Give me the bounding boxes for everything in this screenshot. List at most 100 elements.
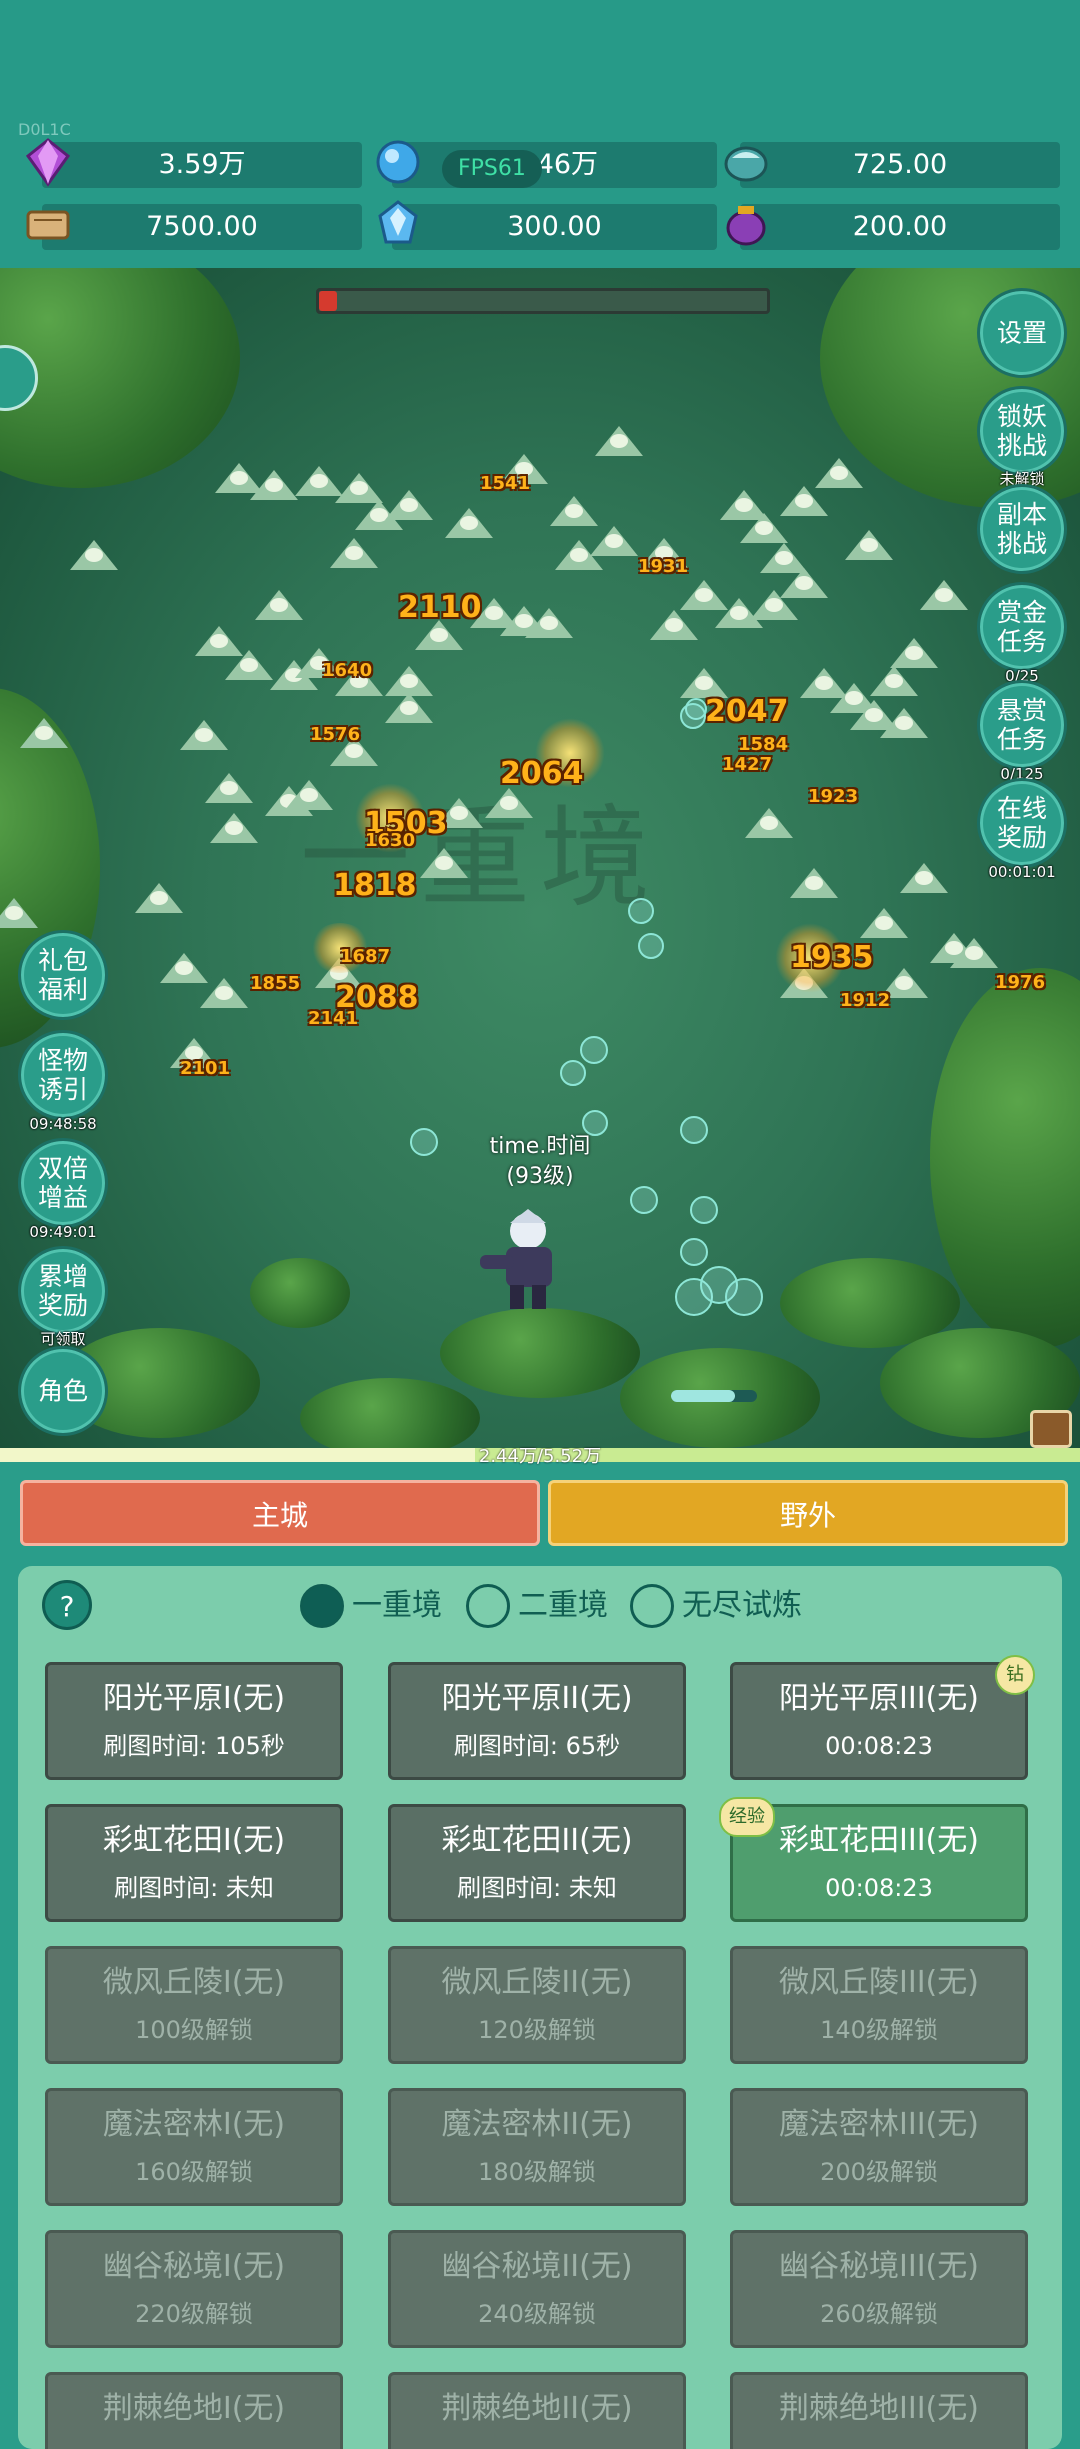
bubble	[410, 1128, 438, 1156]
monster[interactable]	[250, 470, 298, 500]
map-name: 荆棘绝地II(无)	[441, 2391, 633, 2426]
monster[interactable]	[210, 813, 258, 843]
double-buff-button[interactable]: 双倍增益 09:49:01	[18, 1138, 108, 1241]
character-button[interactable]: 角色	[18, 1346, 108, 1436]
monster[interactable]	[870, 666, 918, 696]
map-card[interactable]: 阳光平原I(无) 刷图时间: 105秒	[45, 1662, 343, 1780]
map-name: 幽谷秘境III(无)	[779, 2249, 979, 2284]
monster[interactable]	[790, 868, 838, 898]
monster[interactable]	[385, 490, 433, 520]
monster[interactable]	[135, 883, 183, 913]
map-panel: ? 一重境 二重境 无尽试炼 阳光平原I(无) 刷图时间: 105秒 阳光平原II(…	[18, 1566, 1062, 2449]
monster[interactable]	[780, 486, 828, 516]
damage-number: 1818	[333, 868, 417, 903]
resource-gem-value: 3.59万	[158, 149, 246, 180]
monster[interactable]	[595, 426, 643, 456]
main-city-tab[interactable]: 主城	[20, 1480, 540, 1546]
damage-number: 1630	[365, 830, 416, 851]
hero-character[interactable]	[470, 1205, 580, 1315]
monster[interactable]	[650, 610, 698, 640]
monster[interactable]	[420, 848, 468, 878]
map-card[interactable]: 彩虹花田II(无) 刷图时间: 未知	[388, 1804, 686, 1922]
monster[interactable]	[20, 718, 68, 748]
map-card[interactable]: 彩虹花田III(无) 00:08:23 经验	[719, 1797, 1028, 1922]
map-card[interactable]: 阳光平原II(无) 刷图时间: 65秒	[388, 1662, 686, 1780]
dungeon-challenge-button[interactable]: 副本挑战	[977, 484, 1067, 574]
monster[interactable]	[0, 898, 38, 928]
map-name: 微风丘陵III(无)	[779, 1965, 979, 2000]
map-name: 阳光平原III(无)	[779, 1681, 979, 1716]
map-card: 魔法密林III(无) 200级解锁	[730, 2088, 1028, 2206]
monster[interactable]	[225, 650, 273, 680]
demon-lock-challenge-label: 锁妖挑战	[996, 402, 1047, 460]
map-name: 魔法密林II(无)	[441, 2107, 633, 2142]
monster-lure-button[interactable]: 怪物诱引 09:48:58	[18, 1030, 108, 1133]
monster[interactable]	[200, 978, 248, 1008]
monster[interactable]	[815, 458, 863, 488]
damage-number: 1912	[840, 990, 891, 1011]
resource-pot: 200.00	[726, 204, 1060, 250]
map-name: 彩虹花田II(无)	[441, 1823, 633, 1858]
exp-badge-icon: 经验	[719, 1797, 775, 1837]
settings-button[interactable]: 设置	[977, 288, 1067, 378]
map-status: 00:08:23	[825, 1874, 933, 1902]
demon-lock-challenge-button[interactable]: 锁妖挑战 未解锁	[977, 386, 1067, 488]
map-name: 微风丘陵I(无)	[102, 1965, 286, 2000]
monster[interactable]	[180, 720, 228, 750]
monster[interactable]	[845, 530, 893, 560]
charge-bar	[671, 1390, 757, 1402]
radio-unselected-icon	[630, 1584, 674, 1628]
damage-number: 2110	[398, 590, 482, 625]
damage-number: 2141	[308, 1008, 359, 1029]
map-card: 幽谷秘境III(无) 260级解锁	[730, 2230, 1028, 2348]
monster[interactable]	[525, 608, 573, 638]
gift-welfare-button[interactable]: 礼包福利	[18, 930, 108, 1020]
bubble	[680, 703, 706, 729]
map-name: 阳光平原I(无)	[102, 1681, 286, 1716]
monster[interactable]	[550, 496, 598, 526]
realm-radio-endless[interactable]: 无尽试炼	[630, 1584, 830, 1630]
cumulative-reward-button[interactable]: 累增奖励 可领取	[18, 1246, 108, 1348]
online-reward-timer: 00:01:01	[988, 863, 1056, 881]
bubble	[560, 1060, 586, 1086]
map-card: 荆棘绝地I(无)	[45, 2372, 343, 2449]
monster[interactable]	[285, 780, 333, 810]
monster[interactable]	[70, 540, 118, 570]
realm-label: 无尽试炼	[682, 1588, 802, 1623]
monster[interactable]	[485, 788, 533, 818]
online-reward-button[interactable]: 在线奖励 00:01:01	[977, 778, 1067, 881]
character-button-label: 角色	[37, 1376, 88, 1406]
bounty-task-button[interactable]: 赏金任务 0/25	[977, 582, 1067, 685]
monster[interactable]	[950, 938, 998, 968]
monster[interactable]	[590, 526, 638, 556]
monster[interactable]	[890, 638, 938, 668]
reward-task-label: 悬赏任务	[996, 696, 1047, 754]
monster[interactable]	[330, 538, 378, 568]
monster[interactable]	[740, 513, 788, 543]
bubble	[638, 933, 664, 959]
cumulative-reward-label: 累增奖励	[37, 1262, 88, 1320]
realm-radio-1[interactable]: 一重境	[300, 1584, 460, 1630]
monster[interactable]	[880, 708, 928, 738]
battle-field[interactable]: 一重境 1541 1931 2110 1640 1576 2047 1584 1…	[0, 268, 1080, 1448]
monster[interactable]	[335, 473, 383, 503]
map-name: 彩虹花田I(无)	[102, 1823, 286, 1858]
map-card[interactable]: 彩虹花田I(无) 刷图时间: 未知	[45, 1804, 343, 1922]
monster[interactable]	[745, 808, 793, 838]
monster[interactable]	[750, 590, 798, 620]
monster[interactable]	[900, 863, 948, 893]
monster[interactable]	[445, 508, 493, 538]
monster[interactable]	[385, 693, 433, 723]
wild-tab[interactable]: 野外	[548, 1480, 1068, 1546]
realm-radio-2[interactable]: 二重境	[466, 1584, 626, 1630]
monster[interactable]	[860, 908, 908, 938]
map-status: 刷图时间: 105秒	[103, 1732, 285, 1760]
monster[interactable]	[385, 666, 433, 696]
reward-task-button[interactable]: 悬赏任务 0/125	[977, 680, 1067, 783]
bubble	[630, 1186, 658, 1214]
map-card[interactable]: 阳光平原III(无) 00:08:23 钻	[730, 1655, 1035, 1780]
monster[interactable]	[920, 580, 968, 610]
monster[interactable]	[255, 590, 303, 620]
help-button[interactable]: ?	[42, 1580, 92, 1630]
monster[interactable]	[205, 773, 253, 803]
